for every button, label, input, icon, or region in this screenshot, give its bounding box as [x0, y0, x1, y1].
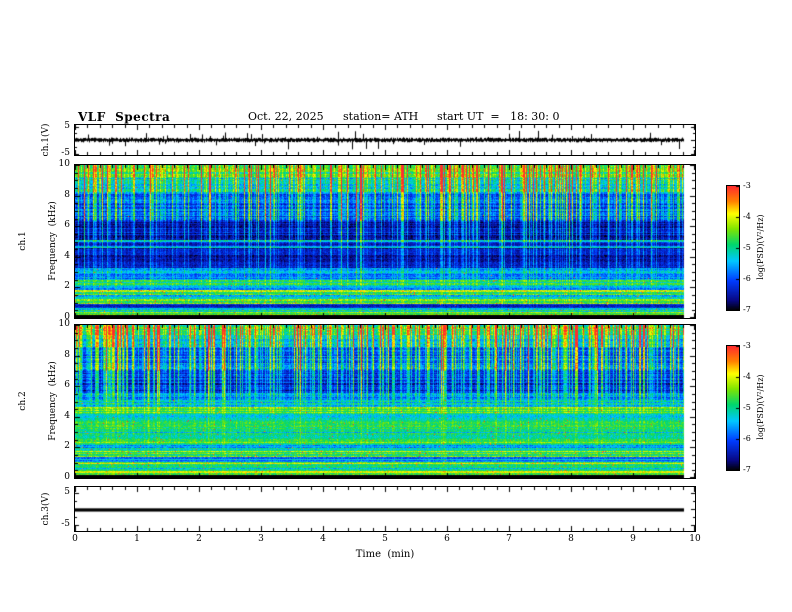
ch3-waveform-panel [74, 486, 696, 532]
colorbar-tick-label: -3 [743, 341, 751, 350]
freq-tick-label: 10 [44, 159, 70, 170]
ch2-frequency-axis-line1: ch.2 [18, 361, 28, 440]
colorbar-ch1-label: log(PSD)(V²/Hz) [756, 214, 766, 279]
ch1-spectrogram-panel [74, 164, 696, 319]
time-tick-label: 5 [382, 534, 388, 545]
colorbar-tick-label: -4 [743, 212, 751, 221]
colorbar-ch2-label: log(PSD)(V²/Hz) [756, 374, 766, 439]
time-tick-label: 9 [630, 534, 636, 545]
colorbar-tick-label: -4 [743, 372, 751, 381]
ch2-frequency-axis-label: ch.2 Frequency (kHz) [0, 361, 78, 440]
time-tick-label: 0 [72, 534, 78, 545]
freq-tick-label: 6 [44, 380, 70, 391]
colorbar-tick-label: -5 [743, 403, 751, 412]
time-tick-label: 1 [134, 534, 140, 545]
freq-tick-label: 2 [44, 281, 70, 292]
time-tick-label: 6 [444, 534, 450, 545]
ch1-frequency-axis-line2: Frequency (kHz) [48, 201, 58, 280]
colorbar-tick-label: -6 [743, 274, 751, 283]
time-tick-label: 2 [196, 534, 202, 545]
time-tick-label: 10 [689, 534, 700, 545]
time-tick-label: 8 [568, 534, 574, 545]
voltage-tick-label: -5 [44, 148, 70, 159]
freq-tick-label: 4 [44, 411, 70, 422]
ch1-frequency-axis-line1: ch.1 [18, 201, 28, 280]
ch2-frequency-axis-line2: Frequency (kHz) [48, 361, 58, 440]
colorbar-tick-label: -6 [743, 434, 751, 443]
ch2-spectrogram-panel [74, 324, 696, 479]
freq-tick-label: 10 [44, 319, 70, 330]
date-label: Oct. 22, 2025 [248, 110, 324, 123]
colorbar-tick-label: -3 [743, 181, 751, 190]
colorbar-tick-label: -7 [743, 465, 751, 474]
time-tick-label: 7 [506, 534, 512, 545]
voltage-tick-label: 5 [44, 487, 70, 498]
time-tick-label: 3 [258, 534, 264, 545]
vlf-spectra-figure: VLF Spectra Oct. 22, 2025 station= ATH s… [0, 0, 792, 612]
figure-title: VLF Spectra [78, 110, 170, 124]
freq-tick-label: 4 [44, 251, 70, 262]
freq-tick-label: 6 [44, 220, 70, 231]
colorbar-tick-label: -7 [743, 305, 751, 314]
station-label: station= ATH [343, 110, 418, 123]
ch1-frequency-axis-label: ch.1 Frequency (kHz) [0, 201, 78, 280]
freq-tick-label: 0 [44, 472, 70, 483]
freq-tick-label: 8 [44, 190, 70, 201]
voltage-tick-label: -5 [44, 519, 70, 530]
colorbar-ch1 [726, 185, 740, 311]
colorbar-tick-label: -5 [743, 243, 751, 252]
freq-tick-label: 2 [44, 441, 70, 452]
ch1-waveform-panel [74, 124, 696, 156]
time-axis-label: Time (min) [356, 549, 415, 560]
time-tick-label: 4 [320, 534, 326, 545]
voltage-tick-label: 5 [44, 121, 70, 132]
start-ut-label: start UT = 18: 30: 0 [437, 110, 560, 123]
colorbar-ch2 [726, 345, 740, 471]
freq-tick-label: 8 [44, 350, 70, 361]
